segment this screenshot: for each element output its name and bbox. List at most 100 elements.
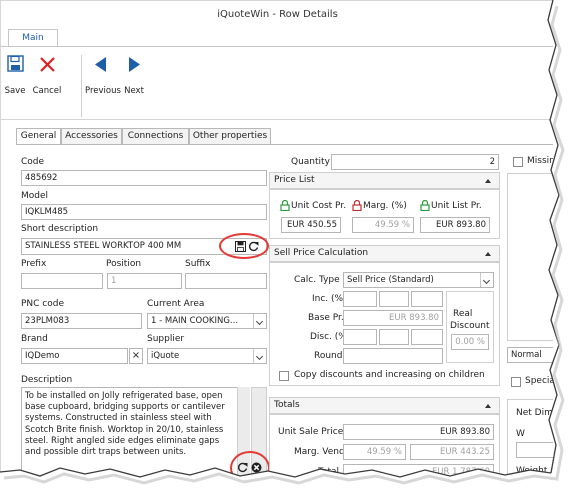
increase-label: Inc. (%) <box>312 294 347 304</box>
real-discount-box: Real Discount 0.00 % <box>446 291 494 363</box>
window-title: iQuoteWin - Row Details <box>217 9 338 20</box>
row-details-window: iQuoteWin - Row Details Main Save Cancel <box>0 0 553 478</box>
suffix-label: Suffix <box>185 259 211 269</box>
lock-icon[interactable] <box>280 200 290 211</box>
calc-type-select[interactable]: Sell Price (Standard) <box>343 272 494 288</box>
unit-list-field[interactable]: EUR 893.80 <box>420 217 490 233</box>
image-panel <box>507 173 553 341</box>
unit-sale-price-field[interactable]: EUR 893.80 <box>343 424 494 440</box>
previous-button[interactable]: Previous <box>85 53 121 97</box>
chevron-down-icon[interactable] <box>253 314 266 328</box>
unit-list-label: Unit List Pr. <box>431 201 482 211</box>
ribbon-tab-main[interactable]: Main <box>8 29 58 46</box>
brand-field[interactable]: IQDemo <box>21 348 128 364</box>
current-area-select[interactable]: 1 - MAIN COOKING... <box>147 313 267 329</box>
quantity-field[interactable]: 2 <box>331 154 499 170</box>
description-label: Description <box>21 375 73 385</box>
suffix-field[interactable] <box>185 273 267 289</box>
price-list-header[interactable]: Price List <box>269 172 500 189</box>
arrow-right-icon <box>129 57 140 72</box>
pnc-code-field[interactable]: 23PLM083 <box>21 313 142 329</box>
margin-label: Marg. (%) <box>363 201 407 211</box>
price-list-panel: Unit Cost Pr. EUR 450.55 Marg. (%) 49.59… <box>269 189 500 239</box>
prefix-field[interactable] <box>21 273 103 289</box>
increase-field-1[interactable] <box>343 291 377 307</box>
current-area-value: 1 - MAIN COOKING... <box>151 316 239 326</box>
previous-label: Previous <box>85 86 121 96</box>
collapse-icon[interactable] <box>485 179 491 183</box>
highlight-circle <box>230 451 270 478</box>
discount-field-2[interactable] <box>379 329 409 345</box>
missing-checkbox[interactable] <box>513 157 523 167</box>
tab-connections[interactable]: Connections <box>122 128 189 145</box>
supplier-select[interactable]: iQuote <box>147 348 267 364</box>
tab-accessories[interactable]: Accessories <box>61 128 122 145</box>
base-price-field: EUR 893.80 <box>343 310 443 326</box>
normal-select[interactable]: Normal <box>507 347 553 363</box>
increase-field-2[interactable] <box>379 291 409 307</box>
model-field[interactable]: IQKLM485 <box>21 204 267 220</box>
calc-type-label: Calc. Type <box>294 275 340 285</box>
cancel-label: Cancel <box>32 86 62 96</box>
chevron-down-icon[interactable] <box>253 349 266 363</box>
width-label: W <box>516 429 525 439</box>
dimensions-panel: Net Dim. W 39 Weight <box>507 399 553 478</box>
totals-panel: Unit Sale Price EUR 893.80 Marg. Vend. 4… <box>269 414 500 478</box>
unit-cost-field[interactable]: EUR 450.55 <box>281 217 341 233</box>
supplier-value: iQuote <box>151 351 180 361</box>
lock-icon[interactable] <box>352 200 362 211</box>
ribbon-toolbar: Save Cancel Previous Next <box>1 46 553 120</box>
discount-title: Discount <box>450 321 490 331</box>
copy-discounts-checkbox[interactable] <box>279 371 289 381</box>
real-label: Real <box>453 309 473 319</box>
rounding-field[interactable] <box>343 348 443 364</box>
next-button[interactable]: Next <box>121 53 147 97</box>
position-field: 1 <box>107 273 182 289</box>
code-label: Code <box>21 157 45 167</box>
missing-label: Missing <box>527 156 553 166</box>
clear-brand-icon[interactable]: × <box>129 348 143 364</box>
width-field[interactable]: 39 <box>516 442 553 458</box>
increase-field-3[interactable] <box>411 291 443 307</box>
model-label: Model <box>21 191 49 201</box>
chevron-down-icon[interactable] <box>480 273 493 287</box>
sell-price-calculation-header[interactable]: Sell Price Calculation <box>269 245 500 262</box>
price-list-title: Price List <box>274 175 315 185</box>
brand-label: Brand <box>21 334 48 344</box>
close-icon <box>40 57 55 72</box>
highlight-circle <box>219 233 269 259</box>
ribbon-separator <box>81 55 82 117</box>
unit-cost-label: Unit Cost Pr. <box>291 201 347 211</box>
weight-label: Weight <box>516 466 548 476</box>
sell-price-calculation-panel: Calc. Type Sell Price (Standard) Inc. (%… <box>269 262 500 386</box>
discount-field-3[interactable] <box>411 329 443 345</box>
save-icon <box>7 55 24 72</box>
prefix-label: Prefix <box>21 259 47 269</box>
collapse-icon[interactable] <box>485 404 491 408</box>
short-description-label: Short description <box>21 224 99 234</box>
code-field[interactable]: 485692 <box>21 170 267 186</box>
pnc-code-label: PNC code <box>21 299 65 309</box>
tab-other-properties[interactable]: Other properties <box>189 128 271 145</box>
description-textarea[interactable]: To be installed on Jolly refrigerated ba… <box>21 387 250 477</box>
title-bar: iQuoteWin - Row Details <box>1 1 553 27</box>
totals-header[interactable]: Totals <box>269 397 500 414</box>
rounding-label: Round. <box>314 351 346 361</box>
real-discount-field: 0.00 % <box>451 334 489 350</box>
total-field: EUR 1,787.60 <box>343 464 494 478</box>
arrow-left-icon <box>95 57 106 72</box>
quantity-label: Quantity <box>291 157 330 167</box>
margin-vendor-value-field: EUR 443.25 <box>410 444 494 460</box>
lock-icon[interactable] <box>420 200 430 211</box>
discount-field-1[interactable] <box>343 329 377 345</box>
cancel-button[interactable]: Cancel <box>32 53 62 97</box>
special-checkbox[interactable] <box>511 377 521 387</box>
totals-title: Totals <box>274 400 300 410</box>
net-dim-label: Net Dim. <box>516 408 553 418</box>
description-text: To be installed on Jolly refrigerated ba… <box>25 391 225 458</box>
save-button[interactable]: Save <box>3 53 27 97</box>
margin-field: 49.59 % <box>352 217 414 233</box>
calc-type-value: Sell Price (Standard) <box>347 275 434 285</box>
collapse-icon[interactable] <box>485 252 491 256</box>
margin-vendor-pct-field: 49.59 % <box>343 444 406 460</box>
